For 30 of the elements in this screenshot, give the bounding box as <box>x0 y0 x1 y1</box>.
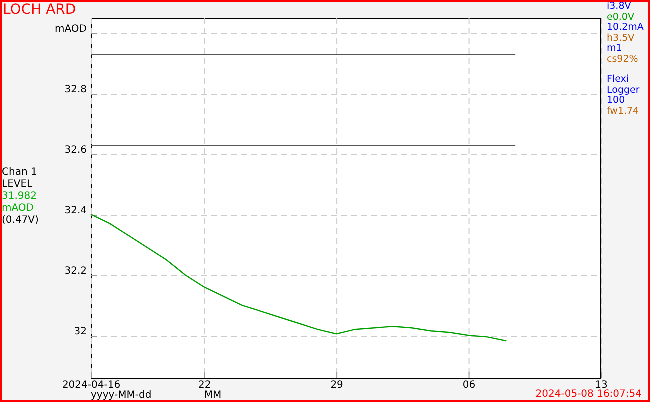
y-tick-label: 32.4 <box>64 206 87 217</box>
channel-reading: (0.47V) <box>2 215 40 227</box>
y-tick-label: 32.6 <box>64 145 87 156</box>
channel-reading: Chan 1 <box>2 167 38 179</box>
x-axis-label: yyyy-MM-dd <box>91 390 152 400</box>
x-tick-label: 13 <box>595 380 608 391</box>
x-tick-label: 06 <box>462 380 476 391</box>
y-tick-label: 32.8 <box>64 84 87 96</box>
status-reading: m1 <box>607 44 624 54</box>
month-format-label: MM <box>204 390 222 400</box>
status-reading: i3.8V <box>607 2 632 12</box>
x-tick-label: 29 <box>330 380 344 391</box>
x-tick-label: 22 <box>198 380 212 391</box>
timestamp: 2024-05-08 16:07:54 <box>536 389 642 400</box>
channel-reading: mAOD <box>2 203 35 215</box>
channel-reading: 31.982 <box>2 191 38 203</box>
y-tick-label: 32 <box>74 326 87 338</box>
y-tick-label: mAOD <box>55 24 87 36</box>
y-tick-label: 32.2 <box>64 266 87 278</box>
device-info: Logger <box>607 86 641 96</box>
device-info: Flexi <box>607 75 630 86</box>
device-info: 100 <box>607 96 626 106</box>
status-reading: 10.2mA <box>607 23 645 34</box>
x-tick-label: 2024-04-16 <box>62 380 121 391</box>
status-reading: cs92% <box>607 54 640 65</box>
status-reading: e0.0V <box>607 12 636 23</box>
site-title: LOCH ARD <box>2 2 78 18</box>
status-reading: h3.5V <box>607 34 636 44</box>
channel-reading: LEVEL <box>2 179 34 191</box>
device-info: fw1.74 <box>607 106 640 117</box>
